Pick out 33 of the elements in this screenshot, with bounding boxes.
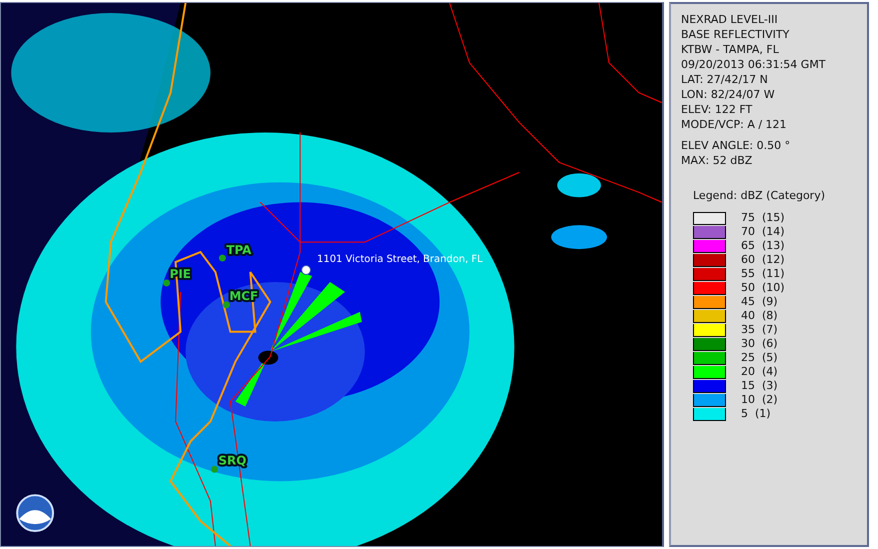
- info-line: ELEV: 122 FT: [681, 102, 754, 117]
- legend-label: 25 (5): [741, 351, 778, 365]
- info-line: LAT: 27/42/17 N: [681, 72, 769, 87]
- legend-label: 20 (4): [741, 365, 778, 379]
- legend-label: 15 (3): [741, 379, 778, 393]
- station-dot: [163, 279, 170, 286]
- legend-label: 55 (11): [741, 267, 785, 281]
- info-line: KTBW - TAMPA, FL: [681, 42, 780, 57]
- station-label: TPA: [226, 243, 252, 258]
- legend-label: 50 (10): [741, 281, 785, 295]
- info-line: 09/20/2013 06:31:54 GMT: [681, 57, 827, 72]
- legend-label: 60 (12): [741, 253, 785, 267]
- station-dot: [210, 466, 218, 473]
- info-line: LON: 82/24/07 W: [681, 87, 776, 102]
- legend-label: 65 (13): [741, 239, 785, 253]
- info-line: BASE REFLECTIVITY: [681, 27, 790, 42]
- legend-label: 5 (1): [741, 407, 771, 421]
- legend-title: Legend: dBZ (Category): [693, 188, 826, 204]
- legend-label: 70 (14): [741, 225, 785, 239]
- legend-label: 75 (15): [741, 211, 785, 225]
- address-label: 1101 Victoria Street, Brandon, FL: [317, 254, 483, 266]
- station-dot: [222, 301, 230, 308]
- legend-label: 40 (8): [741, 309, 778, 323]
- logo-icon: [16, 494, 54, 532]
- info-line: ELEV ANGLE: 0.50 °: [681, 138, 792, 153]
- info-line: MAX: 52 dBZ: [681, 153, 754, 168]
- info-line: NEXRAD LEVEL-III: [681, 12, 779, 27]
- legend-label: 10 (2): [741, 393, 778, 407]
- legend-label: 35 (7): [741, 323, 778, 337]
- info-line: MODE/VCP: A / 121: [681, 117, 788, 132]
- legend-label: 30 (6): [741, 337, 778, 351]
- legend-label: 45 (9): [741, 295, 778, 309]
- station-dot: [218, 254, 226, 262]
